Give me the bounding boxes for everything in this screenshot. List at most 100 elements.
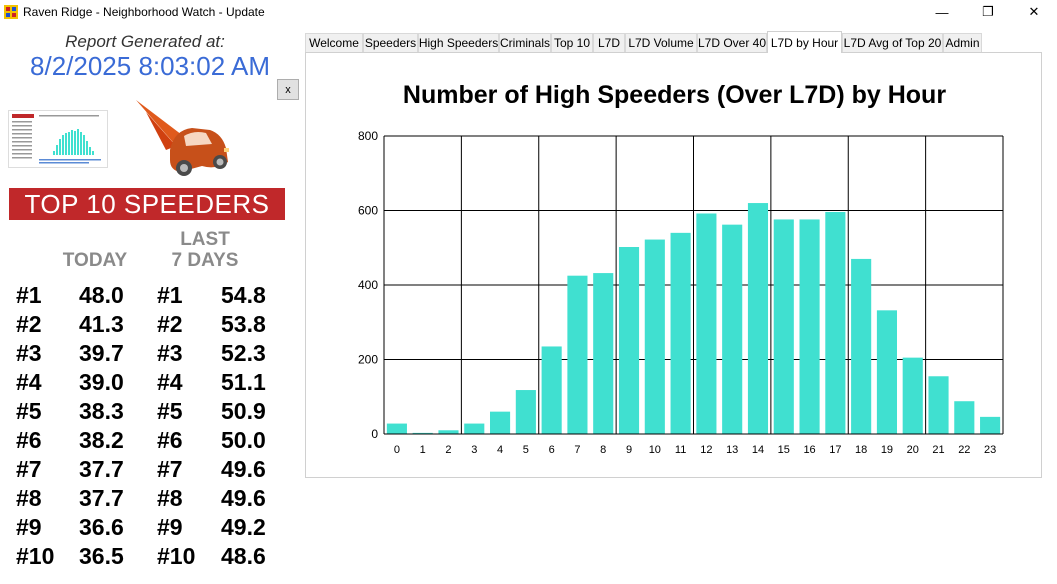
bar-chart: 02004006008000 1 2 3 4 5 6 7 8 9 10 11 12 13 14 15 16 17 1…	[358, 129, 1004, 456]
rank-last7: #3	[157, 340, 183, 366]
bar-hour-11	[670, 232, 691, 434]
tab-l7d[interactable]: L7D	[593, 33, 625, 52]
speed-last7: 50.9	[221, 398, 266, 424]
tab-l7d-volume[interactable]: L7D Volume	[625, 33, 697, 52]
x-tick-label: 0	[394, 444, 400, 456]
y-tick-label: 800	[358, 129, 378, 143]
rank-last7: #10	[157, 543, 196, 569]
rank-today: #3	[16, 340, 42, 366]
x-tick-label: 17	[829, 444, 841, 456]
speed-today: 38.3	[79, 398, 124, 424]
minimize-button[interactable]: —	[919, 0, 965, 24]
speed-today: 41.3	[79, 311, 124, 337]
bar-hour-13	[722, 224, 743, 434]
x-tick-label: 3	[471, 444, 477, 456]
rank-today: #8	[16, 485, 42, 511]
bar-hour-23	[980, 416, 1001, 434]
speeding-car-logo	[136, 100, 229, 176]
speed-last7: 49.2	[221, 514, 266, 540]
x-tick-label: 15	[778, 444, 790, 456]
speed-last7: 49.6	[221, 485, 266, 511]
rank-last7: #2	[157, 311, 183, 337]
tab-l7d-by-hour[interactable]: L7D by Hour	[767, 31, 842, 53]
tab-speeders[interactable]: Speeders	[363, 33, 418, 52]
tab-l7d-avg-of-top-20[interactable]: L7D Avg of Top 20	[842, 33, 943, 52]
x-tick-label: 22	[958, 444, 970, 456]
left-panel: Report Generated at: 8/2/2025 8:03:02 AM…	[0, 24, 300, 584]
speed-last7: 54.8	[221, 282, 266, 308]
minimize-icon: —	[935, 4, 949, 20]
restore-button[interactable]: ❐	[965, 0, 1011, 24]
y-tick-label: 600	[358, 204, 378, 218]
x-tick-label: 6	[549, 444, 555, 456]
report-timestamp: 8/2/2025 8:03:02 AM	[30, 51, 270, 81]
x-tick-label: 10	[649, 444, 661, 456]
x-tick-label: 14	[752, 444, 764, 456]
speed-today: 36.6	[79, 514, 124, 540]
bar-hour-5	[515, 390, 536, 434]
x-tick-label: 18	[855, 444, 867, 456]
bar-hour-10	[644, 239, 665, 434]
bar-hour-14	[747, 203, 769, 434]
bar-hour-3	[464, 423, 485, 434]
rank-last7: #9	[157, 514, 183, 540]
x-tick-label: 11	[675, 444, 686, 456]
x-tick-label: 7	[574, 444, 580, 456]
y-tick-label: 0	[371, 427, 378, 441]
bar-hour-4	[490, 411, 511, 434]
y-tick-label: 400	[358, 278, 378, 292]
x-tick-label: 16	[803, 444, 815, 456]
bar-hour-9	[618, 247, 640, 434]
bar-hour-21	[928, 376, 949, 434]
rank-last7: #6	[157, 427, 183, 453]
x-tick-label: 9	[626, 444, 632, 456]
bar-hour-20	[902, 357, 923, 434]
x-tick-label: 19	[881, 444, 893, 456]
x-tick-label: 21	[932, 444, 944, 456]
tab-top-10[interactable]: Top 10	[551, 33, 593, 52]
bar-hour-8	[593, 273, 614, 434]
rank-today: #10	[16, 543, 55, 569]
close-icon: ✕	[1028, 4, 1040, 19]
rank-today: #2	[16, 311, 42, 337]
bar-hour-19	[876, 310, 897, 434]
bar-hour-12	[696, 213, 717, 434]
x-tick-label: 12	[700, 444, 712, 456]
bar-hour-17	[825, 211, 846, 434]
speed-last7: 52.3	[221, 340, 266, 366]
speed-last7: 48.6	[221, 543, 266, 569]
bar-hour-0	[386, 423, 407, 434]
last7-header-line1: LAST	[180, 229, 230, 250]
close-window-button[interactable]: ✕	[1011, 0, 1057, 24]
title-bar: Raven Ridge - Neighborhood Watch - Updat…	[0, 0, 1057, 24]
bar-hour-15	[773, 219, 794, 434]
tab-panel-l7d-by-hour: Number of High Speeders (Over L7D) by Ho…	[305, 52, 1042, 478]
restore-icon: ❐	[982, 4, 994, 19]
tab-high-speeders[interactable]: High Speeders	[418, 33, 499, 52]
bar-hour-22	[954, 401, 975, 434]
speed-today: 39.0	[79, 369, 124, 395]
rank-today: #1	[16, 282, 42, 308]
bar-hour-18	[851, 258, 872, 434]
rank-last7: #5	[157, 398, 183, 424]
tab-criminals[interactable]: Criminals	[499, 33, 551, 52]
tab-welcome[interactable]: Welcome	[305, 33, 363, 52]
x-tick-label: 1	[420, 444, 426, 456]
rank-last7: #8	[157, 485, 183, 511]
tab-l7d-over-40[interactable]: L7D Over 40	[697, 33, 767, 52]
bar-hour-7	[567, 275, 588, 434]
speed-last7: 51.1	[221, 369, 266, 395]
speed-last7: 53.8	[221, 311, 266, 337]
report-label: Report Generated at:	[65, 32, 225, 51]
speed-today: 48.0	[79, 282, 124, 308]
bar-hour-16	[799, 219, 820, 434]
tab-admin[interactable]: Admin	[943, 33, 982, 52]
x-tick-label: 23	[984, 444, 996, 456]
x-tick-label: 8	[600, 444, 606, 456]
speed-today: 37.7	[79, 485, 124, 511]
x-tick-label: 5	[523, 444, 529, 456]
close-panel-button[interactable]: x	[277, 79, 299, 100]
speed-today: 39.7	[79, 340, 124, 366]
top10-banner: TOP 10 SPEEDERS	[9, 188, 285, 220]
x-tick-label: 13	[726, 444, 738, 456]
